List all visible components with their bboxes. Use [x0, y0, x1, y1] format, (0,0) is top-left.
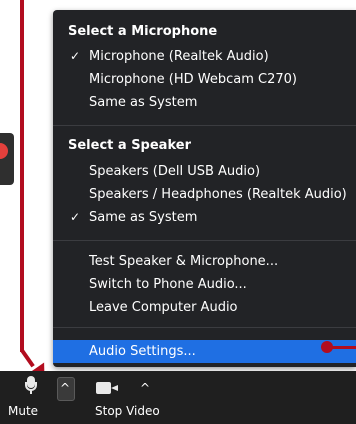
microphone-icon[interactable]: [25, 376, 37, 394]
speaker-section-title: Select a Speaker: [68, 138, 191, 153]
menu-item-label: Audio Settings...: [89, 344, 196, 359]
menu-item-label: Microphone (HD Webcam C270): [89, 72, 298, 87]
annotation-arrow-line: [20, 0, 24, 352]
menu-item-label: Same as System: [89, 95, 198, 110]
menu-divider: [53, 327, 356, 328]
checkmark-icon: ✓: [70, 49, 81, 63]
video-options-caret[interactable]: ^: [139, 378, 151, 398]
video-camera-icon[interactable]: [96, 382, 118, 394]
menu-item-label: Speakers (Dell USB Audio): [89, 164, 261, 179]
menu-item-speaker-system[interactable]: ✓ Same as System: [53, 206, 356, 229]
menu-item-label: Same as System: [89, 210, 198, 225]
side-panel-tab: [0, 133, 14, 185]
menu-item-label: Test Speaker & Microphone...: [89, 254, 279, 269]
menu-item-label: Leave Computer Audio: [89, 300, 238, 315]
menu-item-speaker-dell[interactable]: Speakers (Dell USB Audio): [53, 160, 356, 183]
menu-item-microphone-webcam[interactable]: Microphone (HD Webcam C270): [53, 68, 356, 91]
menu-item-speaker-realtek[interactable]: Speakers / Headphones (Realtek Audio): [53, 183, 356, 206]
checkmark-icon: ✓: [70, 210, 81, 224]
menu-divider: [53, 125, 356, 126]
annotation-line: [331, 346, 356, 349]
audio-options-menu: Select a Microphone ✓ Microphone (Realte…: [53, 10, 356, 367]
microphone-section-title: Select a Microphone: [68, 24, 218, 39]
annotation-arrow-diagonal: [20, 348, 35, 368]
menu-item-test-audio[interactable]: Test Speaker & Microphone...: [53, 250, 356, 273]
menu-item-microphone-system[interactable]: Same as System: [53, 91, 356, 114]
menu-divider: [53, 240, 356, 241]
stop-video-button-label[interactable]: Stop Video: [95, 404, 160, 418]
menu-item-label: Switch to Phone Audio...: [89, 277, 247, 292]
menu-item-label: Speakers / Headphones (Realtek Audio): [89, 187, 347, 202]
menu-item-audio-settings[interactable]: Audio Settings...: [53, 340, 356, 363]
mute-button-label[interactable]: Mute: [8, 404, 38, 418]
menu-item-microphone-realtek[interactable]: ✓ Microphone (Realtek Audio): [53, 45, 356, 68]
menu-item-leave-audio[interactable]: Leave Computer Audio: [53, 296, 356, 319]
chevron-up-icon: ^: [59, 381, 71, 395]
menu-item-label: Microphone (Realtek Audio): [89, 49, 269, 64]
meeting-toolbar: [0, 371, 356, 424]
menu-item-phone-audio[interactable]: Switch to Phone Audio...: [53, 273, 356, 296]
